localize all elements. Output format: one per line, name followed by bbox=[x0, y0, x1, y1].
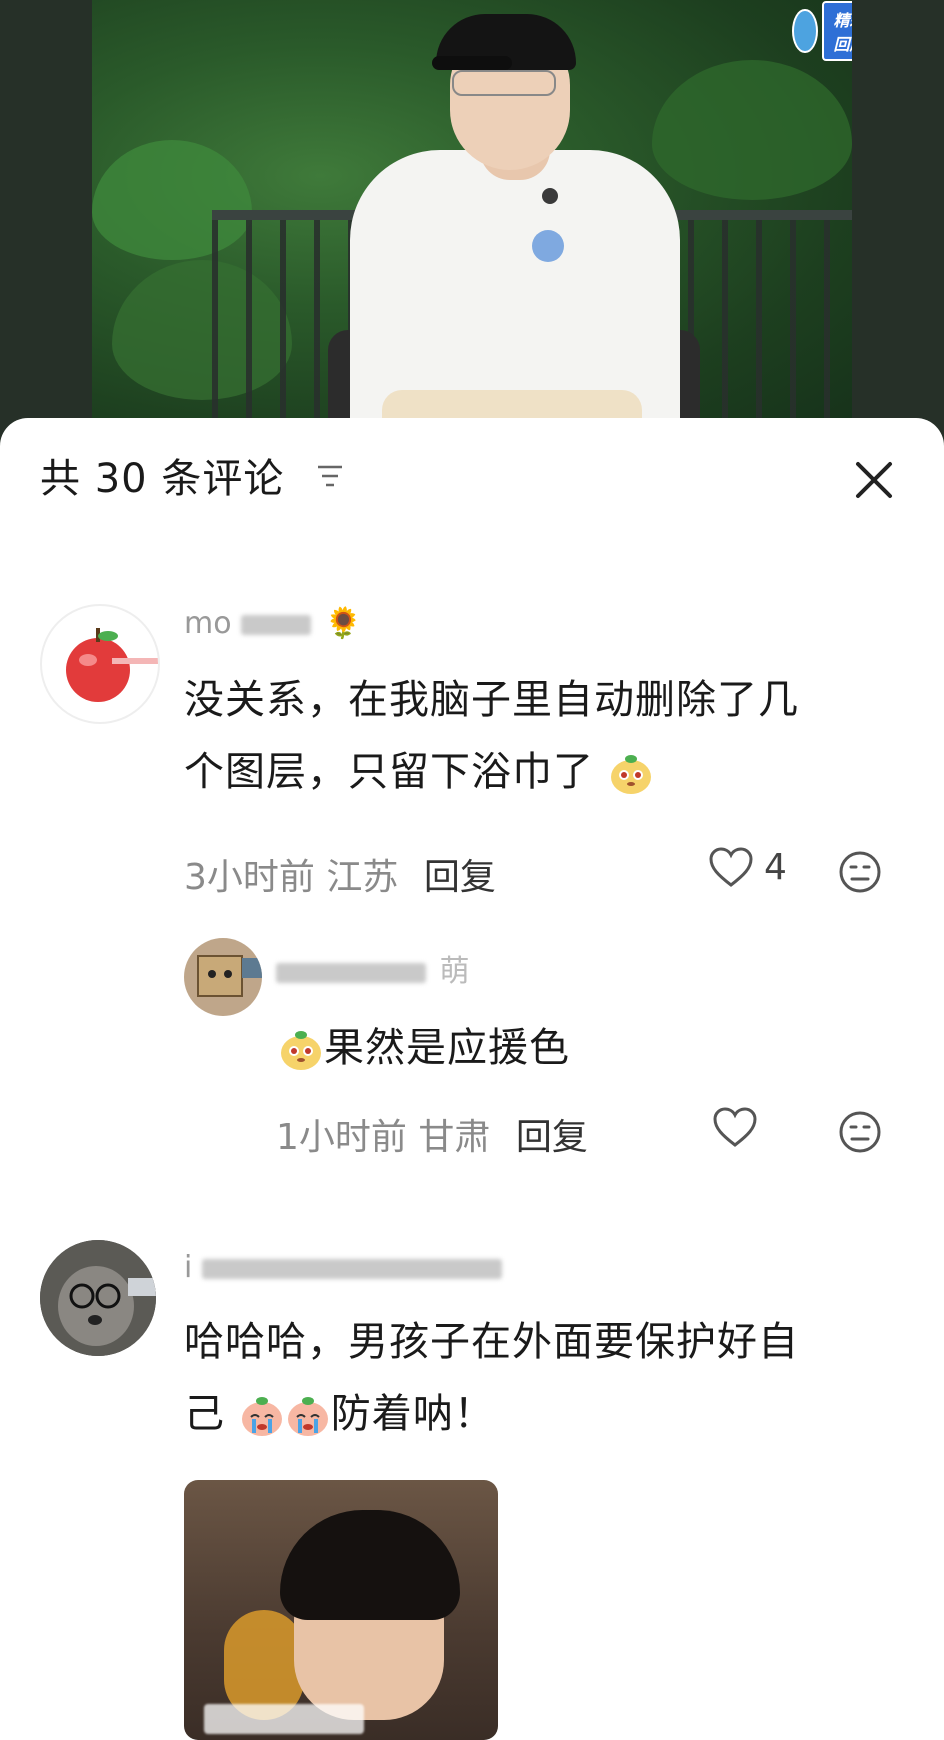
timestamp: 3小时前 bbox=[184, 857, 315, 898]
reply-button[interactable]: 回复 bbox=[424, 857, 496, 898]
comment-image[interactable] bbox=[184, 1480, 498, 1740]
close-icon[interactable] bbox=[850, 456, 898, 504]
like-button[interactable] bbox=[712, 1106, 758, 1148]
comment-text-line: 防着呐！ bbox=[330, 1391, 495, 1437]
location: 甘肃 bbox=[418, 1117, 491, 1158]
neutral-face-icon[interactable] bbox=[838, 850, 882, 894]
avatar[interactable] bbox=[40, 1240, 156, 1356]
username[interactable]: i bbox=[184, 1250, 506, 1285]
mascot-icon bbox=[792, 9, 818, 53]
username-text: 萌 bbox=[439, 954, 470, 989]
redacted-name bbox=[276, 962, 426, 983]
video-frame[interactable]: 精彩回顾 bbox=[92, 0, 852, 440]
username-text: mo bbox=[184, 606, 232, 641]
cap-brim bbox=[432, 56, 512, 70]
image-subtitle bbox=[204, 1704, 364, 1734]
like-count: 4 bbox=[764, 846, 787, 888]
location: 江苏 bbox=[326, 857, 399, 898]
highlight-logo: 精彩回顾 bbox=[792, 1, 852, 61]
sunflower-emoji: 🌻 bbox=[324, 606, 363, 641]
crying-face-emoji-icon bbox=[287, 1397, 328, 1436]
reply-text-content: 果然是应援色 bbox=[324, 1025, 570, 1071]
username[interactable]: mo 🌻 bbox=[184, 606, 362, 641]
person-hair bbox=[280, 1510, 460, 1620]
comment-text: 哈哈哈，男孩子在外面要保护好自 己 防着呐！ bbox=[184, 1306, 914, 1450]
like-button[interactable]: 4 bbox=[708, 846, 787, 888]
reply-username[interactable]: 萌 bbox=[276, 946, 470, 990]
comment-text-line: 没关系，在我脑子里自动删除了几 bbox=[184, 677, 799, 723]
lapel-mic-icon bbox=[542, 188, 558, 204]
foliage bbox=[652, 60, 852, 200]
comment-text-line: 哈哈哈，男孩子在外面要保护好自 bbox=[184, 1319, 799, 1365]
box-character-avatar-icon bbox=[197, 955, 262, 997]
comment-meta: 3小时前 江苏 回复 bbox=[184, 848, 496, 900]
peach-face-emoji-icon bbox=[610, 755, 651, 794]
heart-icon bbox=[713, 1107, 757, 1147]
apple-avatar-icon bbox=[66, 628, 158, 702]
redacted-name bbox=[201, 1258, 502, 1279]
avatar[interactable] bbox=[40, 604, 160, 724]
comment-text-line: 个图层，只留下浴巾了 bbox=[184, 749, 594, 795]
highlight-tag: 精彩回顾 bbox=[821, 1, 852, 61]
reply-text: 果然是应援色 bbox=[278, 1012, 570, 1084]
reply-button[interactable]: 回复 bbox=[516, 1117, 588, 1158]
comment-text: 没关系，在我脑子里自动删除了几 个图层，只留下浴巾了 bbox=[184, 664, 914, 808]
timestamp: 1小时前 bbox=[276, 1117, 407, 1158]
comment-count-title: 共 30 条评论 bbox=[40, 456, 285, 502]
glasses-icon bbox=[452, 70, 556, 96]
neutral-face-icon[interactable] bbox=[838, 1110, 882, 1154]
comment-text-line: 己 bbox=[184, 1391, 225, 1437]
username-text: i bbox=[184, 1250, 193, 1285]
comment-sheet: 共 30 条评论 mo 🌻 没关系，在我脑子里自动删除了几 个图层，只留下浴巾了… bbox=[0, 418, 944, 1740]
heart-icon bbox=[709, 847, 753, 887]
crying-face-emoji-icon bbox=[241, 1397, 282, 1436]
redacted-name bbox=[241, 614, 312, 635]
shirt-logo-icon bbox=[532, 230, 564, 262]
sort-lines-icon[interactable] bbox=[316, 464, 344, 488]
dog-avatar-icon bbox=[40, 1240, 156, 1356]
reply-avatar[interactable] bbox=[184, 938, 262, 1016]
reply-meta: 1小时前 甘肃 回复 bbox=[276, 1108, 588, 1160]
peach-face-emoji-icon bbox=[281, 1031, 321, 1070]
